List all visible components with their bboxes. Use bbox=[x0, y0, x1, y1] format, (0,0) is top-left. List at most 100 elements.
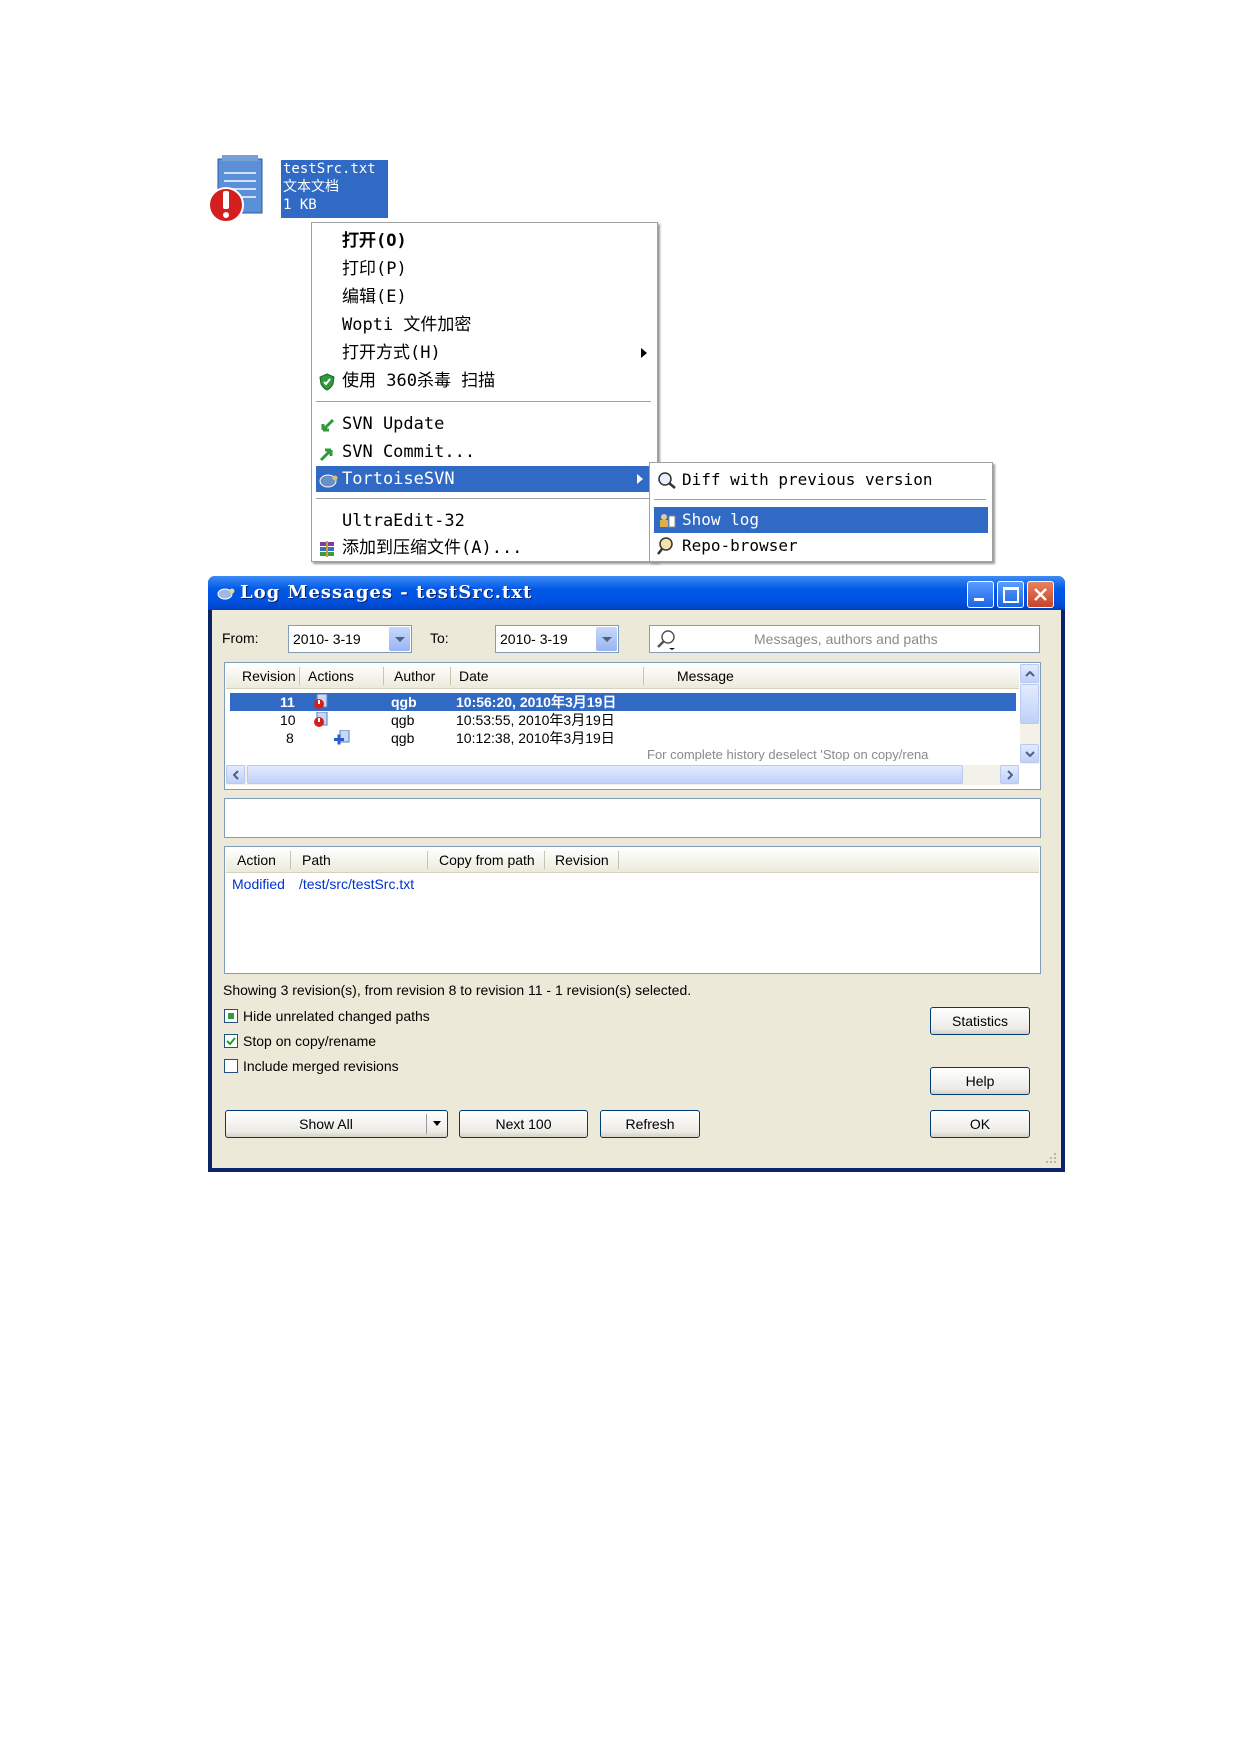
help-button[interactable]: Help bbox=[930, 1067, 1030, 1095]
from-date-picker[interactable]: 2010- 3-19 bbox=[288, 625, 412, 653]
menu-item-svn-update[interactable]: SVN Update bbox=[312, 411, 655, 437]
revision-row[interactable]: 11 qgb 10:56:20, 2010年3月19日 bbox=[230, 693, 1016, 711]
revision-author: qgb bbox=[391, 730, 415, 746]
context-menu: 打开(O) 打印(P) 编辑(E) Wopti 文件加密 打开方式(H) 使用 … bbox=[311, 222, 658, 562]
revision-row[interactable]: 8 qgb 10:12:38, 2010年3月19日 bbox=[230, 729, 1016, 747]
column-header-actions[interactable]: Actions bbox=[308, 668, 354, 684]
chevron-up-icon bbox=[1025, 671, 1035, 677]
revision-author: qgb bbox=[391, 694, 417, 710]
scroll-left-button[interactable] bbox=[226, 765, 245, 784]
checkbox-indeterminate-icon[interactable] bbox=[224, 1009, 238, 1023]
window-title: Log Messages - testSrc.txt bbox=[240, 582, 533, 603]
menu-item-ultraedit[interactable]: UltraEdit-32 bbox=[312, 508, 655, 534]
hide-unrelated-checkbox[interactable]: Hide unrelated changed paths bbox=[224, 1008, 464, 1026]
menu-item-360-scan[interactable]: 使用 360杀毒 扫描 bbox=[312, 368, 655, 394]
revision-number: 10 bbox=[280, 712, 296, 728]
horizontal-scrollbar[interactable] bbox=[226, 765, 1019, 785]
scroll-thumb[interactable] bbox=[1020, 684, 1039, 724]
vertical-scrollbar[interactable] bbox=[1020, 664, 1040, 764]
menu-item-print[interactable]: 打印(P) bbox=[312, 256, 655, 282]
chevron-down-icon[interactable] bbox=[389, 627, 410, 651]
svn-update-icon bbox=[318, 416, 336, 432]
revision-author: qgb bbox=[391, 712, 415, 728]
tortoisesvn-app-icon bbox=[216, 585, 236, 606]
diff-magnifier-icon bbox=[657, 471, 677, 489]
title-bar[interactable]: Log Messages - testSrc.txt bbox=[208, 576, 1065, 610]
menu-separator bbox=[654, 499, 986, 500]
revision-number: 8 bbox=[286, 730, 294, 746]
column-header-copy-from-path[interactable]: Copy from path bbox=[439, 852, 535, 868]
column-header-author[interactable]: Author bbox=[394, 668, 435, 684]
changed-paths-header: Action Path Copy from path Revision bbox=[226, 848, 1039, 873]
scroll-up-button[interactable] bbox=[1020, 664, 1039, 683]
column-header-action[interactable]: Action bbox=[237, 852, 276, 868]
to-date-picker[interactable]: 2010- 3-19 bbox=[495, 625, 619, 653]
revision-date: 10:56:20, 2010年3月19日 bbox=[456, 694, 617, 710]
refresh-button[interactable]: Refresh bbox=[600, 1110, 700, 1138]
revision-date: 10:53:55, 2010年3月19日 bbox=[456, 712, 615, 728]
show-all-label: Show All bbox=[299, 1116, 353, 1132]
chevron-left-icon bbox=[233, 770, 239, 780]
menu-item-tortoisesvn[interactable]: TortoiseSVN bbox=[316, 466, 651, 492]
scroll-right-button[interactable] bbox=[1000, 765, 1019, 784]
submenu-item-repo-browser[interactable]: Repo-browser bbox=[650, 533, 990, 559]
close-button[interactable] bbox=[1027, 581, 1054, 608]
column-header-revision[interactable]: Revision bbox=[242, 668, 296, 684]
column-header-message[interactable]: Message bbox=[677, 668, 734, 684]
file-label[interactable]: testSrc.txt 文本文档 1 KB bbox=[281, 160, 388, 218]
file-name: testSrc.txt bbox=[283, 161, 376, 177]
shield-icon bbox=[318, 373, 336, 391]
file-type: 文本文档 bbox=[283, 179, 339, 195]
search-input[interactable]: Messages, authors and paths bbox=[649, 625, 1040, 653]
show-all-button[interactable]: Show All bbox=[225, 1110, 448, 1138]
menu-item-edit[interactable]: 编辑(E) bbox=[312, 284, 655, 310]
next-100-button[interactable]: Next 100 bbox=[459, 1110, 588, 1138]
statistics-button[interactable]: Statistics bbox=[930, 1007, 1030, 1035]
maximize-button[interactable] bbox=[997, 581, 1024, 608]
search-placeholder: Messages, authors and paths bbox=[754, 631, 938, 647]
menu-item-add-to-archive[interactable]: 添加到压缩文件(A)... bbox=[312, 535, 655, 561]
repo-browser-icon bbox=[657, 537, 677, 555]
dialog-client-area: From: 2010- 3-19 To: 2010- 3-19 Messages… bbox=[212, 610, 1061, 1168]
revision-list[interactable]: Revision Actions Author Date Message 11 … bbox=[224, 662, 1041, 790]
column-header-path[interactable]: Path bbox=[302, 852, 331, 868]
minimize-icon bbox=[974, 598, 984, 601]
to-label: To: bbox=[430, 630, 449, 646]
menu-item-open[interactable]: 打开(O) bbox=[312, 228, 655, 254]
menu-item-open-with[interactable]: 打开方式(H) bbox=[312, 340, 655, 366]
chevron-down-icon bbox=[1025, 751, 1035, 757]
stop-on-copy-checkbox[interactable]: Stop on copy/rename bbox=[224, 1033, 464, 1051]
revision-row[interactable]: 10 qgb 10:53:55, 2010年3月19日 bbox=[230, 711, 1016, 729]
close-icon bbox=[1034, 588, 1047, 601]
chevron-down-icon[interactable] bbox=[596, 627, 617, 651]
scroll-down-button[interactable] bbox=[1020, 744, 1039, 763]
show-log-icon bbox=[657, 511, 677, 529]
dropdown-arrow-icon[interactable] bbox=[433, 1121, 441, 1126]
changed-path-row[interactable]: Modified /test/src/testSrc.txt bbox=[232, 875, 632, 893]
submenu-item-diff-previous[interactable]: Diff with previous version bbox=[650, 467, 990, 493]
added-action-icon bbox=[334, 729, 350, 750]
column-header-date[interactable]: Date bbox=[459, 668, 489, 684]
column-header-path-revision[interactable]: Revision bbox=[555, 852, 609, 868]
file-size: 1 KB bbox=[283, 197, 317, 213]
log-messages-window: Log Messages - testSrc.txt From: 2010- 3… bbox=[208, 576, 1065, 1172]
checkmark-icon[interactable] bbox=[224, 1034, 238, 1048]
tortoisesvn-icon bbox=[318, 471, 338, 488]
minimize-button[interactable] bbox=[967, 581, 994, 608]
ok-button[interactable]: OK bbox=[930, 1110, 1030, 1138]
changed-paths-list[interactable]: Action Path Copy from path Revision Modi… bbox=[224, 846, 1041, 974]
scroll-thumb[interactable] bbox=[247, 765, 963, 784]
resize-grip-icon[interactable] bbox=[1044, 1151, 1058, 1170]
text-file-icon[interactable] bbox=[208, 155, 268, 225]
submenu-item-show-log[interactable]: Show log bbox=[654, 507, 988, 533]
checkbox-empty-icon[interactable] bbox=[224, 1059, 238, 1073]
search-icon[interactable] bbox=[655, 629, 679, 654]
svn-commit-icon bbox=[318, 444, 336, 462]
log-message-box[interactable] bbox=[224, 798, 1041, 838]
include-merged-checkbox[interactable]: Include merged revisions bbox=[224, 1058, 464, 1076]
chevron-right-icon bbox=[1007, 770, 1013, 780]
menu-item-wopti-encrypt[interactable]: Wopti 文件加密 bbox=[312, 312, 655, 338]
path-value: /test/src/testSrc.txt bbox=[299, 876, 415, 892]
menu-item-svn-commit[interactable]: SVN Commit... bbox=[312, 439, 655, 465]
menu-separator bbox=[316, 401, 651, 402]
